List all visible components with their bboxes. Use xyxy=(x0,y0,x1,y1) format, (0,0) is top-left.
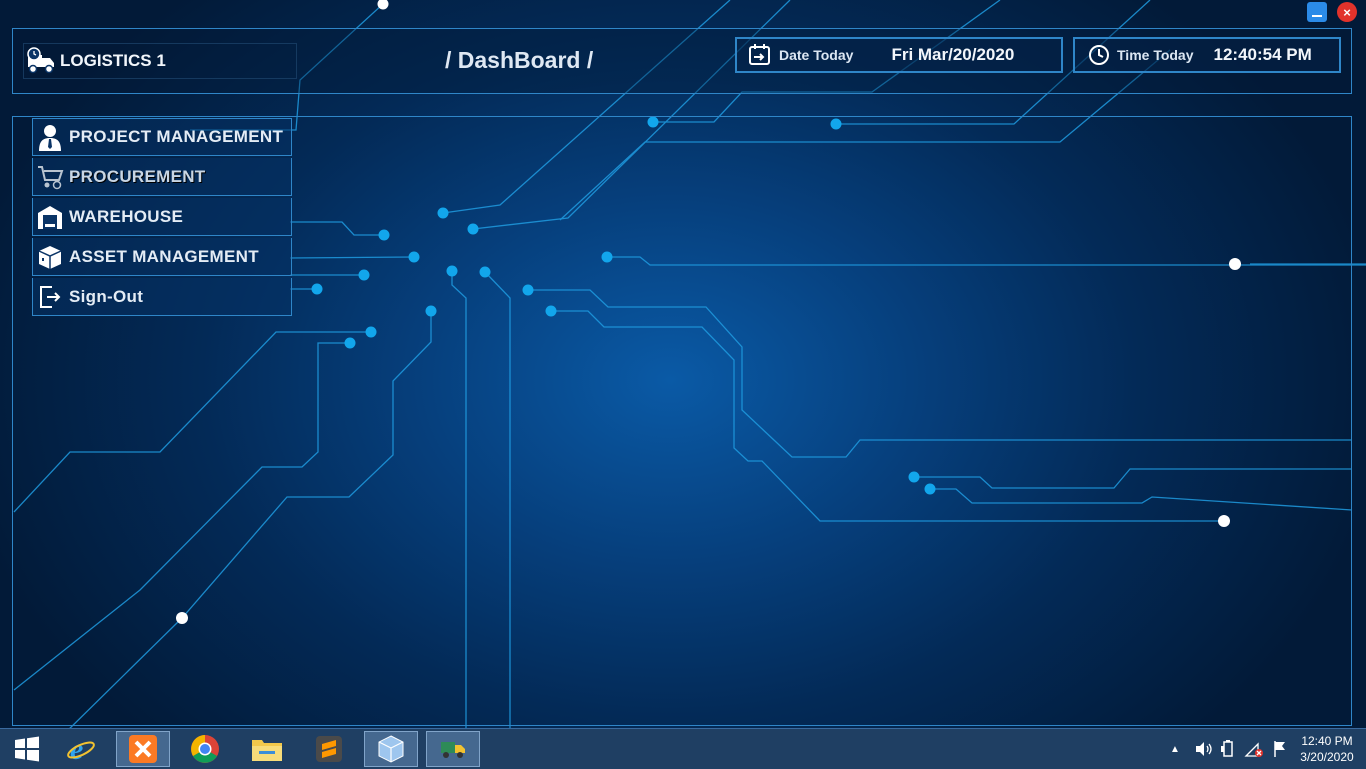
shopping-cart-icon xyxy=(35,162,65,192)
close-button[interactable]: × xyxy=(1337,2,1357,22)
app-name: LOGISTICS 1 xyxy=(60,51,166,70)
sublime-text-icon xyxy=(316,736,342,762)
taskbar-virtualbox[interactable] xyxy=(364,731,418,767)
menu-item-project-management[interactable]: PROJECT MANAGEMENT xyxy=(32,118,292,156)
menu-item-label: PROJECT MANAGEMENT xyxy=(69,127,284,146)
action-center-flag-icon[interactable] xyxy=(1272,740,1288,758)
show-hidden-icon[interactable]: ▲ xyxy=(1168,744,1182,755)
menu-item-label: WAREHOUSE xyxy=(69,206,184,226)
date-label: Date Today xyxy=(779,47,854,63)
clock-time: 12:40 PM xyxy=(1301,734,1353,748)
taskbar-logistics-app[interactable] xyxy=(426,731,480,767)
page-title: / DashBoard / xyxy=(445,47,594,73)
calendar-arrow-icon xyxy=(749,44,770,65)
header-bar: LOGISTICS 1 / DashBoard / Date Today Fri… xyxy=(12,28,1352,94)
logistics-app-icon xyxy=(441,742,465,758)
date-value: Fri Mar/20/2020 xyxy=(891,45,1015,64)
internet-explorer-icon: e xyxy=(67,734,95,764)
side-menu: PROJECT MANAGEMENT PROCUREMENT WAREHOUSE xyxy=(32,118,292,318)
taskbar-internet-explorer[interactable]: e xyxy=(54,731,108,767)
close-icon: × xyxy=(1343,4,1351,20)
warehouse-icon xyxy=(35,202,65,232)
taskbar-file-explorer[interactable] xyxy=(240,731,294,767)
file-explorer-icon xyxy=(252,740,282,761)
taskbar-chrome[interactable] xyxy=(178,731,232,767)
time-value: 12:40:54 PM xyxy=(1213,45,1312,64)
volume-icon[interactable] xyxy=(1194,741,1214,757)
menu-item-sign-out[interactable]: Sign-Out xyxy=(32,278,292,316)
taskbar: e ▲ 12:40 PM 3/20/2020 xyxy=(0,728,1366,769)
menu-item-warehouse[interactable]: WAREHOUSE xyxy=(32,198,292,236)
system-tray: ▲ xyxy=(1168,729,1288,769)
sign-out-icon xyxy=(35,282,65,312)
start-button[interactable] xyxy=(0,731,54,767)
taskbar-xampp[interactable] xyxy=(116,731,170,767)
menu-item-label: ASSET MANAGEMENT xyxy=(69,246,259,266)
network-error-icon[interactable] xyxy=(1244,740,1264,758)
app-logo: LOGISTICS 1 xyxy=(23,43,297,79)
taskbar-clock[interactable]: 12:40 PM 3/20/2020 xyxy=(1292,733,1362,765)
delivery-truck-clock-icon xyxy=(27,47,54,74)
xampp-icon xyxy=(129,735,157,763)
windows-start-icon xyxy=(15,736,39,762)
date-today-box: Date Today Fri Mar/20/2020 xyxy=(735,37,1063,73)
menu-item-procurement[interactable]: PROCUREMENT xyxy=(32,158,292,196)
taskbar-sublime-text[interactable] xyxy=(302,731,356,767)
menu-item-asset-management[interactable]: ASSET MANAGEMENT xyxy=(32,238,292,276)
virtualbox-icon xyxy=(378,735,404,763)
time-label: Time Today xyxy=(1117,47,1194,63)
minimize-button[interactable] xyxy=(1307,2,1327,22)
package-box-icon xyxy=(35,242,65,272)
menu-item-label: Sign-Out xyxy=(69,286,144,306)
time-today-box: Time Today 12:40:54 PM xyxy=(1073,37,1341,73)
menu-item-label: PROCUREMENT xyxy=(69,166,206,186)
clock-date: 3/20/2020 xyxy=(1300,750,1354,764)
clock-icon xyxy=(1089,45,1109,65)
businessman-icon xyxy=(35,122,65,152)
power-icon[interactable] xyxy=(1220,740,1236,758)
chrome-icon xyxy=(191,735,219,763)
